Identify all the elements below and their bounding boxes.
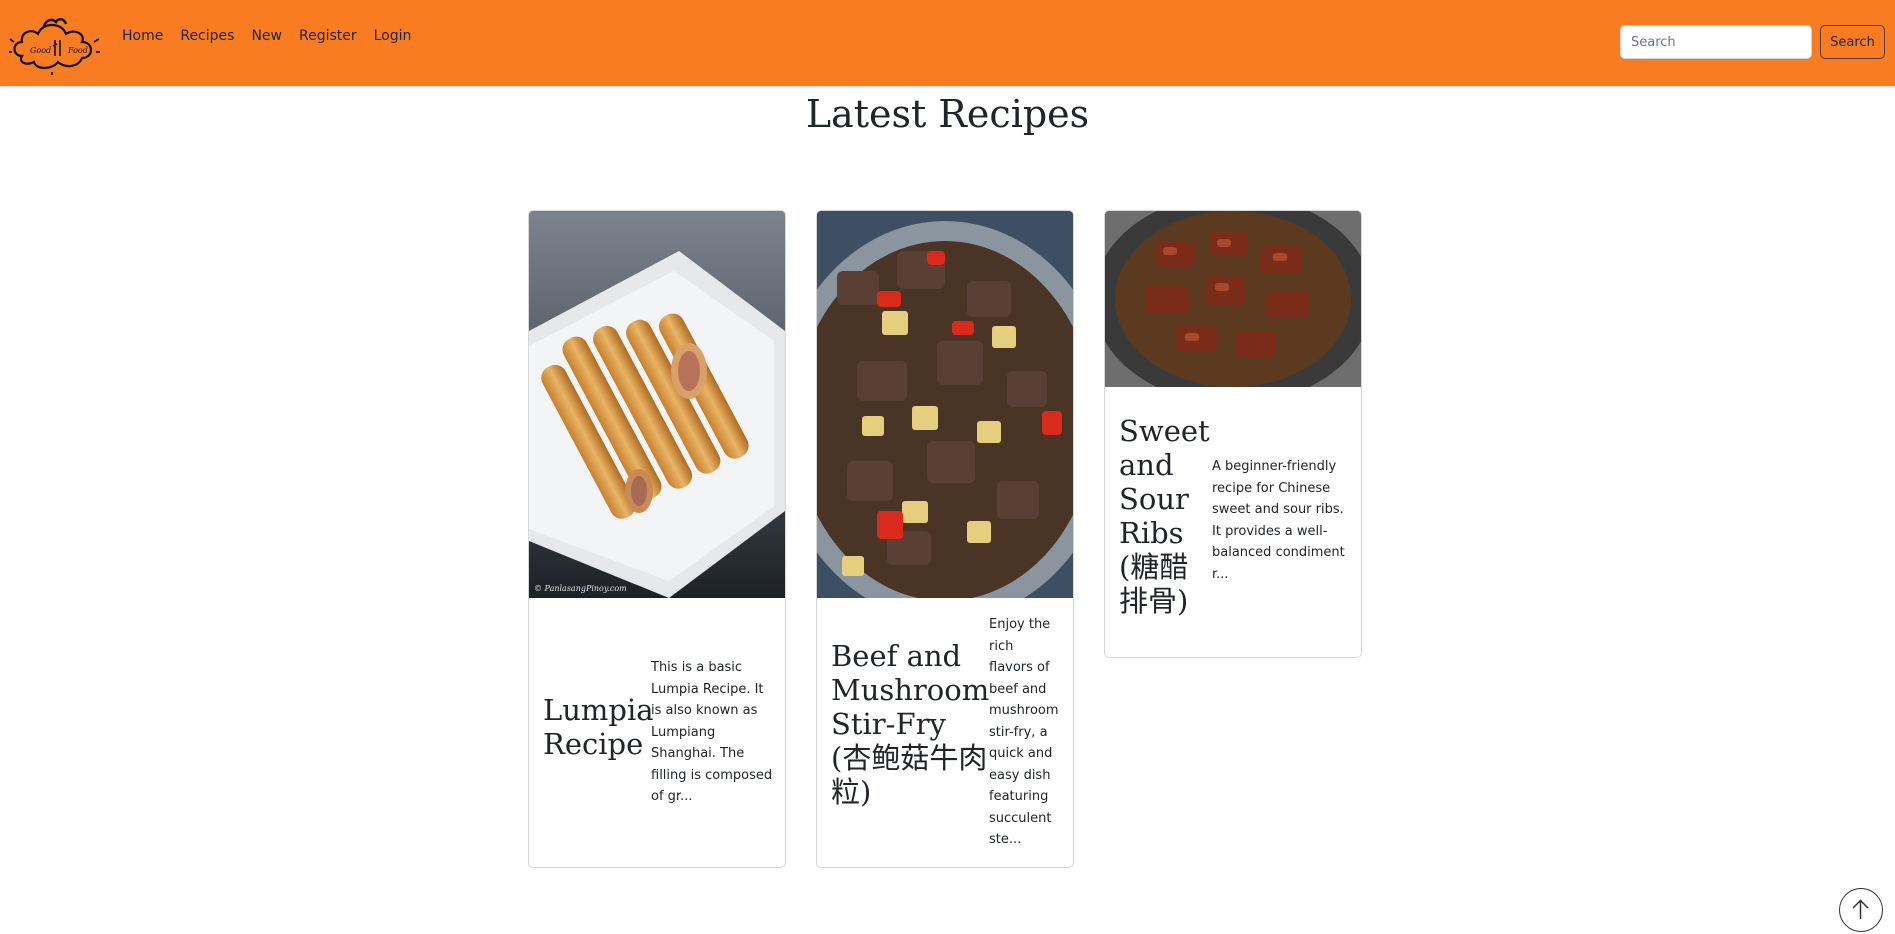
card-description: A beginner-friendly recipe for Chinese s… (1212, 459, 1345, 582)
navbar: Good Food Home Recipes New Register Logi… (0, 0, 1895, 86)
card-description: This is a basic Lumpia Recipe. It is als… (651, 660, 773, 804)
nav-link-home[interactable]: Home (122, 28, 163, 44)
card-description: Enjoy the rich flavors of beef and mushr… (989, 617, 1059, 847)
nav-link-login[interactable]: Login (374, 28, 412, 44)
image-caption: © PanlasangPinoy.com (534, 584, 627, 593)
card-title[interactable]: Lumpia Recipe (543, 693, 654, 761)
nav-link-new[interactable]: New (251, 28, 282, 44)
svg-text:Good: Good (30, 46, 51, 55)
lumpia-image[interactable]: © PanlasangPinoy.com (529, 211, 785, 598)
svg-text:Food: Food (67, 46, 88, 55)
good-food-logo-icon: Good Food (9, 18, 100, 75)
recipe-card-beef-mushroom[interactable]: Beef and Mushroom Stir-Fry (杏鲍菇牛肉粒) Enjo… (816, 210, 1074, 868)
arrow-up-icon (1852, 899, 1869, 919)
scroll-to-top-button[interactable] (1839, 888, 1883, 932)
sweet-sour-ribs-image[interactable] (1105, 211, 1361, 387)
search-button[interactable]: Search (1820, 25, 1885, 59)
nav-link-recipes[interactable]: Recipes (180, 28, 234, 44)
recipe-card-sweet-sour-ribs[interactable]: Sweet and Sour Ribs (糖醋排骨) A beginner-fr… (1104, 210, 1362, 658)
nav-links: Home Recipes New Register Login (122, 28, 428, 44)
beef-mushroom-image[interactable] (817, 211, 1073, 598)
search-input[interactable] (1620, 25, 1812, 59)
recipe-card-lumpia[interactable]: © PanlasangPinoy.com Lumpia Recipe This … (528, 210, 786, 868)
card-title[interactable]: Sweet and Sour Ribs (糖醋排骨) (1119, 414, 1210, 618)
site-logo[interactable]: Good Food (8, 12, 102, 76)
card-title[interactable]: Beef and Mushroom Stir-Fry (杏鲍菇牛肉粒) (831, 639, 991, 809)
nav-link-register[interactable]: Register (299, 28, 357, 44)
page-title: Latest Recipes (805, 92, 1090, 136)
